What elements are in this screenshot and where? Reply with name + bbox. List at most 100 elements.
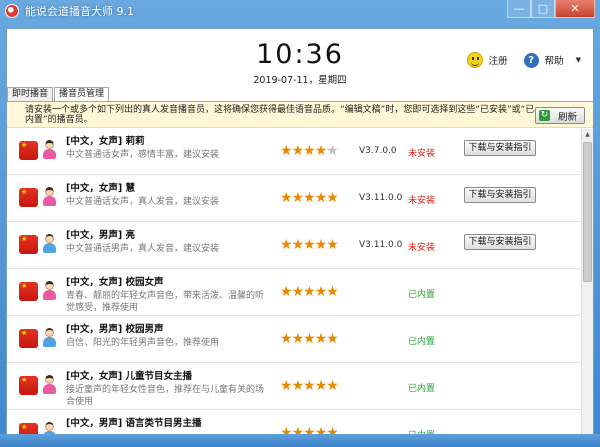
voice-title: [中文，女声] 慧: [66, 183, 135, 194]
list-scrollbar[interactable]: ▲ ▼: [581, 129, 593, 443]
voice-description: 青春、靓丽的年轻女声音色，带来活泼、温馨的听觉感受，推荐使用: [66, 291, 265, 313]
scroll-up-icon[interactable]: ▲: [582, 129, 593, 141]
voice-description: 中文普通话女声，真人发音，建议安装: [66, 197, 220, 207]
header-links: 注册 ? 帮助 ▼: [466, 52, 581, 68]
star-icon: ★: [280, 331, 293, 347]
rating-stars: ★★★★★: [280, 331, 339, 347]
star-icon: ★: [314, 237, 328, 253]
male-avatar-icon: [43, 234, 56, 254]
install-status: 未安装: [408, 243, 436, 253]
star-icon: ★: [314, 378, 328, 394]
star-icon: ★: [280, 237, 293, 253]
install-status: 未安装: [408, 196, 436, 206]
clock-date: 2019-07-11，星期四: [253, 75, 347, 86]
tab-bar: 即时播音 播音员管理: [7, 87, 593, 102]
star-icon: ★: [326, 284, 339, 300]
voice-description: 接近童声的年轻女性音色，推荐在与儿童有关的场合使用: [66, 385, 265, 407]
star-icon: ★: [291, 143, 305, 159]
register-link[interactable]: 注册: [489, 53, 508, 67]
china-flag-icon: [19, 235, 38, 254]
refresh-label: 刷新: [558, 111, 578, 123]
title-bar[interactable]: 能说会道播音大师 9.1 — □ ✕: [0, 0, 600, 22]
rating-stars: ★★★★★: [280, 237, 339, 253]
star-icon: ★: [291, 284, 305, 300]
star-icon: ★: [303, 284, 316, 300]
clock-header: 10:36 2019-07-11，星期四 注册 ? 帮助 ▼: [7, 29, 593, 87]
female-avatar-icon: [43, 187, 56, 207]
window-title: 能说会道播音大师 9.1: [25, 5, 134, 18]
star-icon: ★: [303, 143, 316, 159]
female-avatar-icon: [43, 375, 56, 395]
download-guide-button[interactable]: 下载与安装指引: [464, 234, 536, 250]
star-icon: ★: [314, 143, 328, 159]
window-controls: — □ ✕: [507, 0, 595, 18]
star-icon: ★: [280, 378, 293, 394]
install-status: 已内置: [408, 384, 436, 394]
tab-announcer-management[interactable]: 播音员管理: [54, 87, 110, 102]
voice-version: V3.7.0.0: [359, 146, 397, 156]
voice-description: 中文普通话男声，真人发音，建议安装: [66, 244, 220, 254]
star-icon: ★: [326, 378, 339, 394]
voice-version: V3.11.0.0: [359, 240, 403, 250]
star-icon: ★: [303, 237, 316, 253]
china-flag-icon: [19, 329, 38, 348]
scroll-thumb[interactable]: [583, 142, 592, 282]
voice-title: [中文，女声] 莉莉: [66, 136, 145, 147]
install-status: 已内置: [408, 290, 436, 300]
notice-text: 请安装一个或多个如下列出的真人发音播音员，这将确保您获得最佳语音品质。“编辑文稿…: [25, 105, 535, 125]
notice-bar: 请安装一个或多个如下列出的真人发音播音员，这将确保您获得最佳语音品质。“编辑文稿…: [7, 102, 593, 128]
star-icon: ★: [314, 284, 328, 300]
star-icon: ★: [303, 378, 316, 394]
rating-stars: ★★★★★: [280, 378, 339, 394]
voice-title: [中文，男声] 亮: [66, 230, 135, 241]
rating-stars: ★★★★★: [280, 190, 339, 206]
star-icon: ★: [326, 143, 339, 159]
rating-stars: ★★★★★: [280, 143, 339, 159]
help-link[interactable]: 帮助: [545, 53, 564, 67]
female-avatar-icon: [43, 140, 56, 160]
female-avatar-icon: [43, 281, 56, 301]
star-icon: ★: [291, 331, 305, 347]
china-flag-icon: [19, 141, 38, 160]
china-flag-icon: [19, 188, 38, 207]
refresh-button[interactable]: ↻ 刷新: [535, 107, 585, 124]
chevron-down-icon[interactable]: ▼: [576, 56, 581, 64]
star-icon: ★: [314, 190, 328, 206]
voice-row[interactable]: [中文，女声] 儿童节目女主播接近童声的年轻女性音色，推荐在与儿童有关的场合使用…: [7, 364, 581, 410]
app-logo-icon: [5, 4, 19, 18]
announcer-panel: 请安装一个或多个如下列出的真人发音播音员，这将确保您获得最佳语音品质。“编辑文稿…: [7, 101, 593, 443]
help-icon[interactable]: ?: [523, 52, 539, 68]
voice-description: 自信、阳光的年轻男声音色，推荐使用: [66, 338, 220, 348]
download-guide-button[interactable]: 下载与安装指引: [464, 187, 536, 203]
rating-stars: ★★★★★: [280, 284, 339, 300]
star-icon: ★: [291, 378, 305, 394]
voice-row[interactable]: [中文，男声] 校园男声自信、阳光的年轻男声音色，推荐使用★★★★★已内置: [7, 317, 581, 363]
star-icon: ★: [280, 190, 293, 206]
tab-instant-broadcast[interactable]: 即时播音: [7, 87, 54, 101]
voice-version: V3.11.0.0: [359, 193, 403, 203]
smiley-icon[interactable]: [466, 52, 483, 68]
install-status: 未安装: [408, 149, 436, 159]
voice-row[interactable]: [中文，男声] 亮中文普通话男声，真人发音，建议安装 ★★★★★ V3.11.0.0…: [7, 223, 581, 269]
star-icon: ★: [291, 190, 305, 206]
star-icon: ★: [280, 143, 293, 159]
china-flag-icon: [19, 282, 38, 301]
voice-row[interactable]: [中文，女声] 校园女声青春、靓丽的年轻女声音色，带来活泼、温馨的听觉感受，推荐…: [7, 270, 581, 316]
voice-row[interactable]: [中文，女声] 莉莉中文普通话女声，感情丰富，建议安装★★★★★V3.7.0.0…: [7, 129, 581, 175]
voice-title: [中文，男声] 校园男声: [66, 324, 164, 335]
voice-title: [中文，女声] 校园女声: [66, 277, 164, 288]
star-icon: ★: [314, 331, 328, 347]
star-icon: ★: [303, 190, 316, 206]
star-icon: ★: [326, 237, 339, 253]
maximize-button[interactable]: □: [531, 0, 555, 18]
close-button[interactable]: ✕: [555, 0, 595, 18]
voice-row[interactable]: [中文，女声] 慧中文普通话女声，真人发音，建议安装★★★★★V3.11.0.0…: [7, 176, 581, 222]
china-flag-icon: [19, 376, 38, 395]
app-window: 能说会道播音大师 9.1 — □ ✕ 10:36 2019-07-11，星期四 …: [0, 0, 600, 447]
voice-title: [中文，男声] 语言类节目男主播: [66, 418, 202, 429]
minimize-button[interactable]: —: [507, 0, 531, 18]
download-guide-button[interactable]: 下载与安装指引: [464, 140, 536, 156]
voice-description: 中文普通话女声，感情丰富，建议安装: [66, 150, 220, 160]
star-icon: ★: [326, 190, 339, 206]
star-icon: ★: [303, 331, 316, 347]
